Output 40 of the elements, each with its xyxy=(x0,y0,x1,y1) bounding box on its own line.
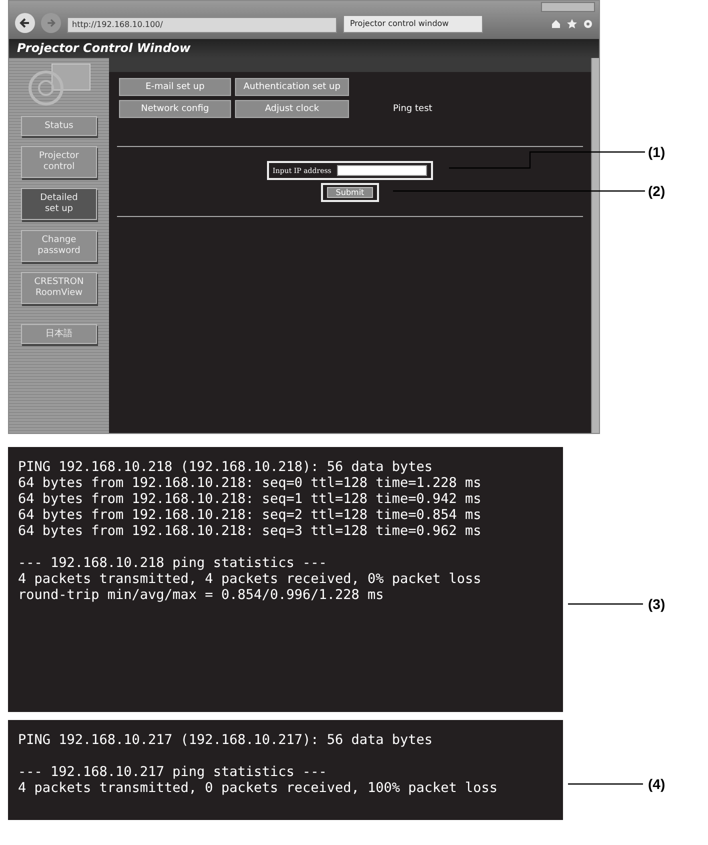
scrollbar[interactable] xyxy=(591,58,599,433)
browser-tab[interactable]: Projector control window xyxy=(343,15,483,33)
callout-number: (3) xyxy=(648,596,666,612)
forward-arrow-icon xyxy=(46,18,56,28)
home-icon[interactable] xyxy=(551,19,561,29)
output-line: 64 bytes from 192.168.10.218: seq=2 ttl=128 time=0.854 ms xyxy=(18,507,482,523)
window-controls[interactable] xyxy=(541,2,595,12)
sidebar-button[interactable]: Status xyxy=(21,116,97,136)
sidebar-button[interactable]: Detailed set up xyxy=(21,188,97,220)
sidebar-button[interactable]: 日本語 xyxy=(21,324,97,344)
ip-address-field[interactable] xyxy=(337,165,428,176)
output-line: 64 bytes from 192.168.10.218: seq=1 ttl=128 time=0.942 ms xyxy=(18,491,482,507)
sidebar-button[interactable]: CRESTRON RoomView xyxy=(21,272,97,304)
output-line: 64 bytes from 192.168.10.218: seq=0 ttl=128 time=1.228 ms xyxy=(18,475,482,491)
menu-button[interactable]: E-mail set up xyxy=(119,78,231,96)
back-button[interactable] xyxy=(15,13,35,33)
star-icon[interactable] xyxy=(567,19,577,29)
sidebar-button[interactable]: Projector control xyxy=(21,146,97,178)
callout-number: (4) xyxy=(648,776,666,792)
output-line: --- 192.168.10.218 ping statistics --- xyxy=(18,555,328,571)
sidebar-button[interactable]: Change password xyxy=(21,230,97,262)
menu-button[interactable]: Adjust clock xyxy=(235,100,349,118)
output-line: 4 packets transmitted, 0 packets received, 100% packet loss xyxy=(18,780,499,796)
settings-icon[interactable] xyxy=(583,19,593,29)
back-arrow-icon xyxy=(19,17,31,29)
output-line: --- 192.168.10.217 ping statistics --- xyxy=(18,764,328,780)
callout-number: (1) xyxy=(648,144,666,160)
output-line: PING 192.168.10.218 (192.168.10.218): 56 data bytes xyxy=(18,459,434,475)
app-title: Projector Control Window xyxy=(9,39,599,58)
output-line: PING 192.168.10.217 (192.168.10.217): 56 data bytes xyxy=(18,732,434,748)
output-line: round-trip min/avg/max = 0.854/0.996/1.228 ms xyxy=(18,587,385,603)
submit-button[interactable]: Submit xyxy=(326,187,374,198)
address-bar[interactable]: http://192.168.10.100/ xyxy=(67,17,337,33)
output-line: 4 packets transmitted, 4 packets received, 0% packet loss xyxy=(18,571,482,587)
forward-button[interactable] xyxy=(41,13,61,33)
callout-number: (2) xyxy=(648,183,666,199)
menu-link[interactable]: Ping test xyxy=(353,104,583,114)
output-line: 64 bytes from 192.168.10.218: seq=3 ttl=128 time=0.962 ms xyxy=(18,523,482,539)
menu-button[interactable]: Network config xyxy=(119,100,231,118)
menu-button[interactable]: Authentication set up xyxy=(235,78,349,96)
